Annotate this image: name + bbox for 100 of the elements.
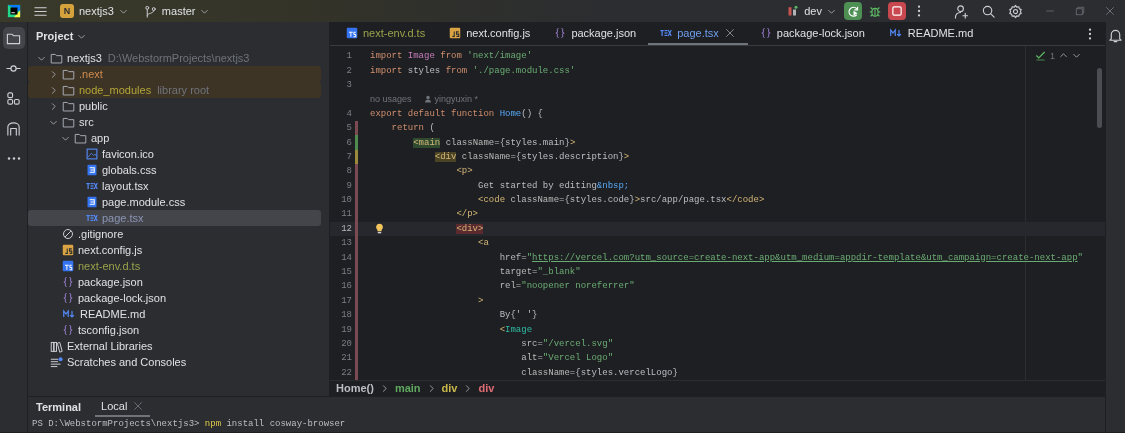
ts-file-icon	[62, 260, 74, 272]
tree-item[interactable]: package-lock.json	[28, 290, 321, 306]
scrollbar-thumb[interactable]	[1097, 68, 1102, 128]
tree-item[interactable]: README.md	[28, 306, 321, 322]
branch-icon	[143, 4, 157, 18]
tree-item[interactable]: tsconfig.json	[28, 322, 321, 338]
line-number: 13	[340, 238, 352, 249]
problem-count[interactable]: 1	[1050, 50, 1055, 61]
tree-item[interactable]: .gitignore	[28, 226, 321, 242]
line-number: 8	[345, 166, 352, 177]
line-number: 4	[345, 108, 352, 119]
code-line: Get started by editing&nbsp;	[477, 180, 630, 191]
usages-hint[interactable]: no usages	[370, 94, 412, 105]
line-number: 1	[345, 51, 352, 62]
line-number: 11	[340, 209, 352, 220]
close-icon[interactable]	[723, 26, 736, 39]
code-line: alt="Vercel Logo"	[520, 353, 614, 364]
author-hint[interactable]: yingyuxin *	[434, 94, 479, 105]
branch-name[interactable]: master	[161, 5, 196, 17]
line-number: 18	[340, 310, 352, 321]
bug-icon[interactable]	[868, 4, 882, 18]
tree-item[interactable]: next-env.d.ts	[28, 258, 321, 274]
editor-tab[interactable]: next.config.js	[437, 22, 543, 45]
check-icon[interactable]	[1035, 50, 1046, 61]
line-number: 14	[340, 252, 352, 263]
terminal-tab[interactable]: Local	[95, 397, 151, 417]
editor-tab[interactable]: page.tsx	[648, 22, 748, 45]
markdown-file-icon	[62, 308, 76, 320]
rerun-button[interactable]	[844, 2, 862, 20]
path-hint: library root	[157, 84, 210, 96]
line-number: 16	[340, 281, 352, 292]
more-icon	[6, 156, 21, 160]
code-line: By{' '}	[498, 310, 538, 321]
chevron-right-icon[interactable]	[463, 384, 473, 393]
breadcrumb-item[interactable]: div	[478, 382, 495, 395]
tree-item[interactable]: app	[28, 130, 321, 146]
search-icon[interactable]	[981, 3, 996, 19]
breadcrumb-item[interactable]: div	[441, 382, 458, 395]
settings-icon[interactable]	[1008, 3, 1023, 19]
tree-item[interactable]: layout.tsx	[28, 178, 321, 194]
run-config-name[interactable]: dev	[804, 5, 822, 17]
breadcrumb-item[interactable]: main	[394, 382, 421, 395]
bell-icon[interactable]	[1108, 28, 1123, 43]
editor-tab[interactable]: package.json	[542, 22, 649, 45]
tree-item[interactable]: favicon.ico	[28, 146, 321, 162]
tree-item[interactable]: src	[28, 114, 321, 130]
breadcrumb-item[interactable]: Home()	[336, 382, 374, 395]
line-number: 22	[340, 367, 352, 378]
tree-item[interactable]: package.json	[28, 274, 321, 290]
code-line: <a	[477, 238, 489, 249]
terminal-line: PS D:\WebstormProjects\nextjs3> npm install cosway-browser	[31, 418, 347, 431]
tree-item[interactable]: next.config.js	[28, 242, 321, 258]
line-number: 7	[345, 151, 352, 162]
tree-item[interactable]: public	[28, 98, 321, 114]
ts-file-icon	[346, 26, 358, 39]
chevron-down-icon[interactable]	[1072, 51, 1081, 60]
line-number: 17	[340, 295, 352, 306]
scratches-icon	[50, 355, 63, 369]
tsx-file-icon	[86, 212, 98, 224]
line-number: 2	[345, 65, 352, 76]
code-line: import Image from 'next/image'	[370, 51, 533, 62]
stop-icon	[891, 5, 903, 17]
tree-item[interactable]: nextjs3 D:\WebstormProjects\nextjs3	[28, 50, 321, 66]
restore-icon[interactable]	[1074, 5, 1086, 17]
close-icon[interactable]	[132, 400, 145, 412]
tree-item[interactable]: globals.css	[28, 162, 321, 178]
path-hint: D:\WebstormProjects\nextjs3	[107, 52, 250, 64]
config-icon	[787, 5, 800, 17]
braces-icon	[554, 26, 567, 39]
add-user-icon[interactable]	[954, 3, 969, 19]
tree-item[interactable]: External Libraries	[28, 338, 321, 354]
tool-window-button[interactable]	[2, 27, 25, 49]
tree-item[interactable]: Scratches and Consoles	[28, 354, 321, 370]
line-number: 3	[345, 79, 352, 90]
code-line: href="https://vercel.com?utm_source=create-next-app&utm_medium=appdir-template&utm_campaign=create-next-app"	[498, 252, 1083, 263]
code-line: >	[477, 295, 484, 306]
tree-item[interactable]: node_modules library root	[28, 82, 321, 98]
line-number: 21	[340, 353, 352, 364]
code-line: export default function Home() {	[370, 108, 543, 119]
code-line: <div className={styles.description}>	[433, 151, 630, 162]
tree-item[interactable]: page.module.css	[28, 194, 321, 210]
tree-item[interactable]: .next	[28, 66, 321, 82]
stop-button[interactable]	[888, 2, 906, 20]
editor-tab[interactable]: package-lock.json	[747, 22, 877, 45]
structure-icon	[6, 90, 21, 106]
line-number: 12	[340, 223, 352, 234]
close-icon[interactable]	[1104, 5, 1116, 17]
code-line: src="/vercel.svg"	[520, 339, 614, 349]
project-name[interactable]: nextjs3	[79, 5, 114, 17]
code-line: rel="noopener noreferrer"	[498, 281, 635, 292]
panel-title[interactable]: Project	[36, 30, 74, 42]
braces-icon	[62, 276, 74, 288]
editor-tab[interactable]: README.md	[876, 22, 986, 45]
folder-icon	[62, 83, 75, 97]
library-icon	[50, 339, 63, 353]
bulb-icon[interactable]	[374, 223, 385, 235]
code-line: <Image	[498, 324, 533, 335]
braces-icon	[759, 26, 772, 39]
chevron-up-icon[interactable]	[1059, 51, 1068, 60]
editor-tab[interactable]: next-env.d.ts	[334, 22, 438, 45]
